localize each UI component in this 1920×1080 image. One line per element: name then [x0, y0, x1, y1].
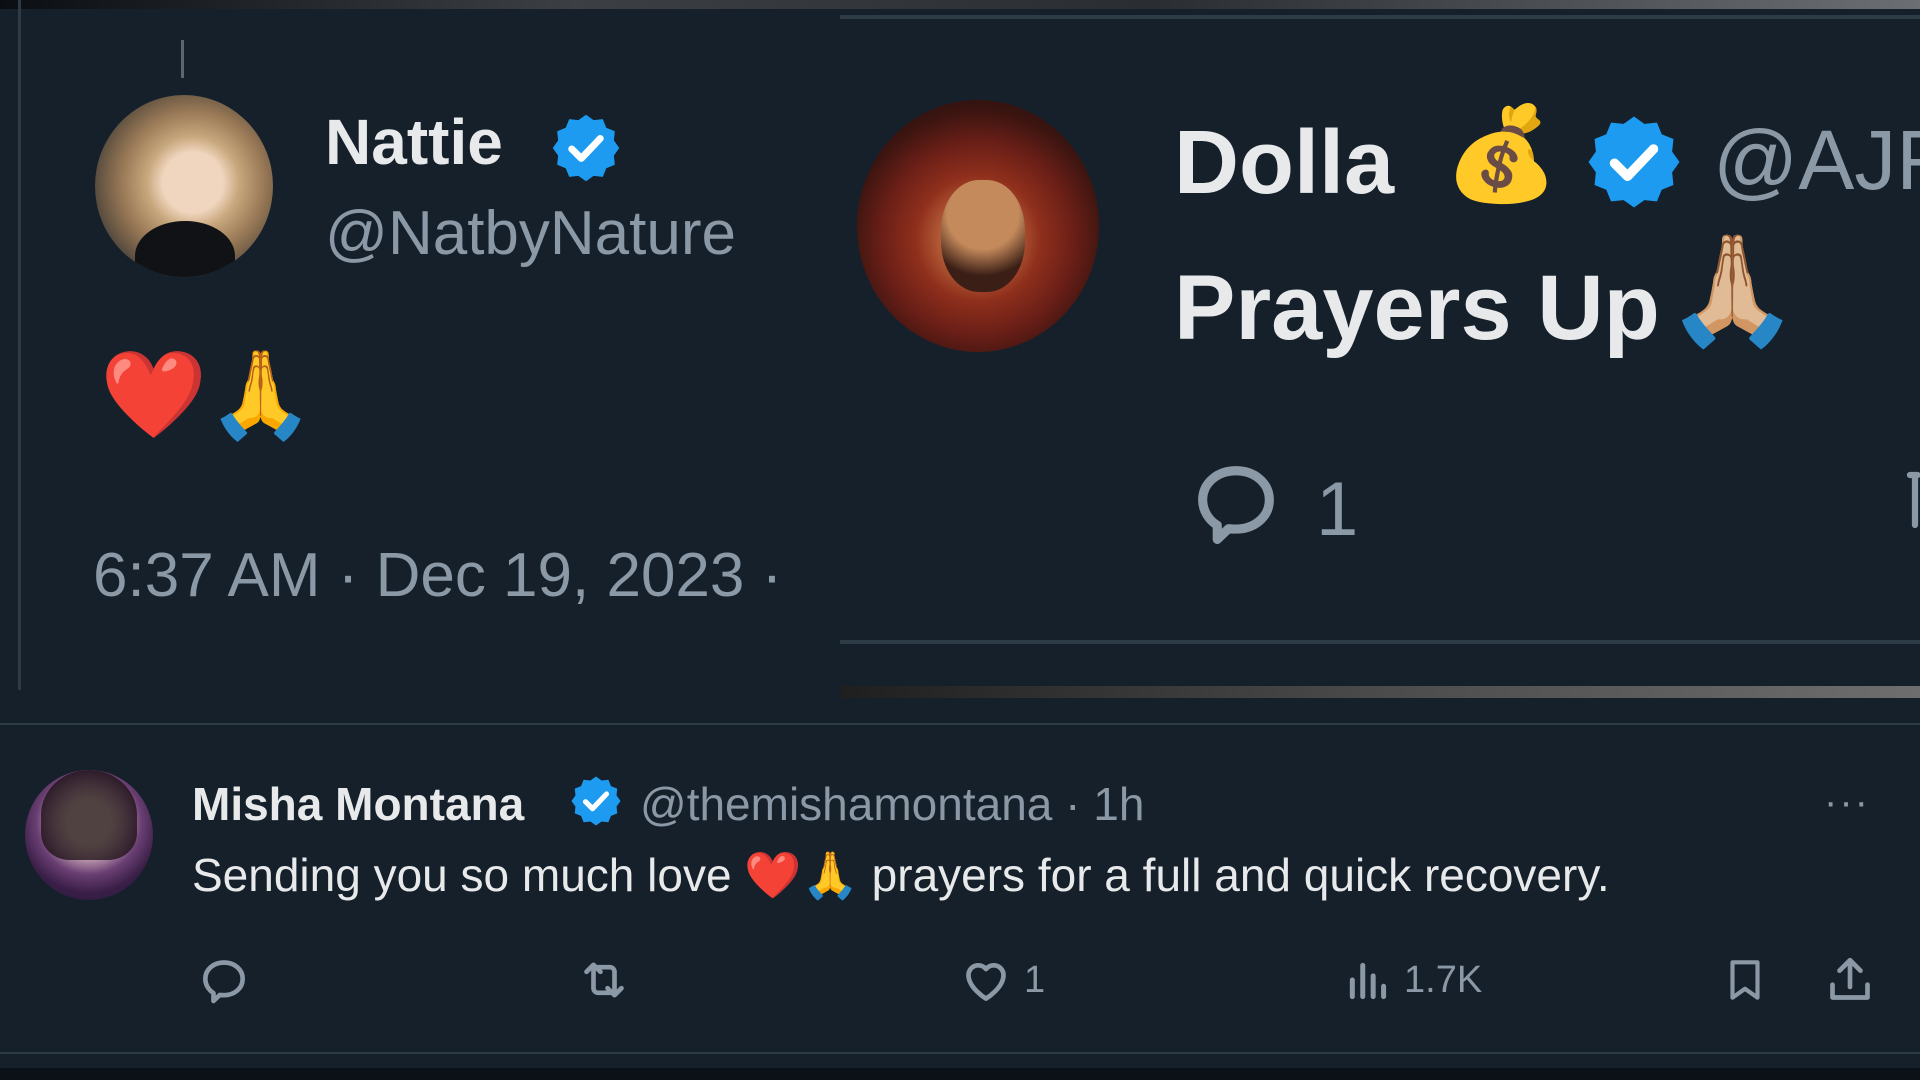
nattie-avatar[interactable]	[95, 95, 273, 277]
thread-connector	[181, 40, 184, 78]
reply-icon	[203, 960, 246, 1004]
views-button[interactable]: 1.7K	[1344, 952, 1482, 1008]
share-icon	[1830, 957, 1870, 1000]
dolla-display-name[interactable]: Dolla	[1174, 112, 1394, 215]
bottom-frame	[0, 1068, 1920, 1080]
misha-avatar[interactable]	[25, 770, 153, 900]
like-button[interactable]: 1	[958, 952, 1045, 1008]
avatar-shirt	[135, 221, 235, 277]
nattie-display-name[interactable]: Nattie	[325, 105, 503, 179]
retweet-button[interactable]	[574, 952, 634, 1008]
misha-tweet-text: Sending you so much love ❤️🙏 prayers for…	[192, 849, 1610, 901]
misha-display-name[interactable]: Misha Montana	[192, 777, 524, 831]
praying-hands-emoji: 🙏🏼	[1665, 229, 1800, 350]
avatar-face	[941, 180, 1025, 292]
views-count: 1.7K	[1404, 958, 1483, 1001]
top-frame	[0, 0, 1920, 9]
nattie-handle[interactable]: @NatbyNature	[325, 198, 736, 269]
more-options-icon[interactable]: ···	[1824, 780, 1870, 825]
nattie-tweet-content: ❤️🙏	[100, 347, 315, 443]
views-icon	[1349, 962, 1387, 1000]
reply-button[interactable]	[196, 952, 252, 1008]
reply-icon[interactable]	[1180, 452, 1292, 552]
share-button[interactable]	[1822, 952, 1878, 1008]
panel-top-border	[840, 15, 1920, 19]
dolla-handle[interactable]: @AJF	[1713, 112, 1920, 209]
like-count: 1	[1024, 958, 1046, 1001]
tweet-divider-top	[0, 723, 1920, 725]
money-bag-emoji: 💰	[1444, 103, 1559, 205]
dolla-reply-count: 1	[1316, 467, 1359, 552]
nattie-timestamp[interactable]: 6:37 AM · Dec 19, 2023 ·	[93, 540, 782, 611]
like-icon	[966, 963, 1006, 1001]
panel-divider	[840, 640, 1920, 644]
avatar-hair	[41, 770, 137, 860]
misha-handle-time[interactable]: @themishamontana · 1h	[640, 777, 1144, 831]
tweet-divider-bottom	[0, 1052, 1920, 1054]
bookmark-icon	[1730, 960, 1760, 1000]
verified-badge-icon	[571, 776, 621, 826]
verified-badge-icon	[552, 114, 620, 182]
bookmark-button[interactable]	[1720, 952, 1770, 1008]
dolla-tweet-text: Prayers Up	[1174, 257, 1660, 359]
thread-line	[18, 0, 21, 690]
retweet-icon	[584, 962, 624, 998]
panel-bottom-frame	[840, 686, 1920, 698]
verified-badge-icon	[1588, 116, 1680, 208]
dolla-avatar[interactable]	[857, 100, 1099, 352]
retweet-icon[interactable]	[1895, 465, 1920, 535]
